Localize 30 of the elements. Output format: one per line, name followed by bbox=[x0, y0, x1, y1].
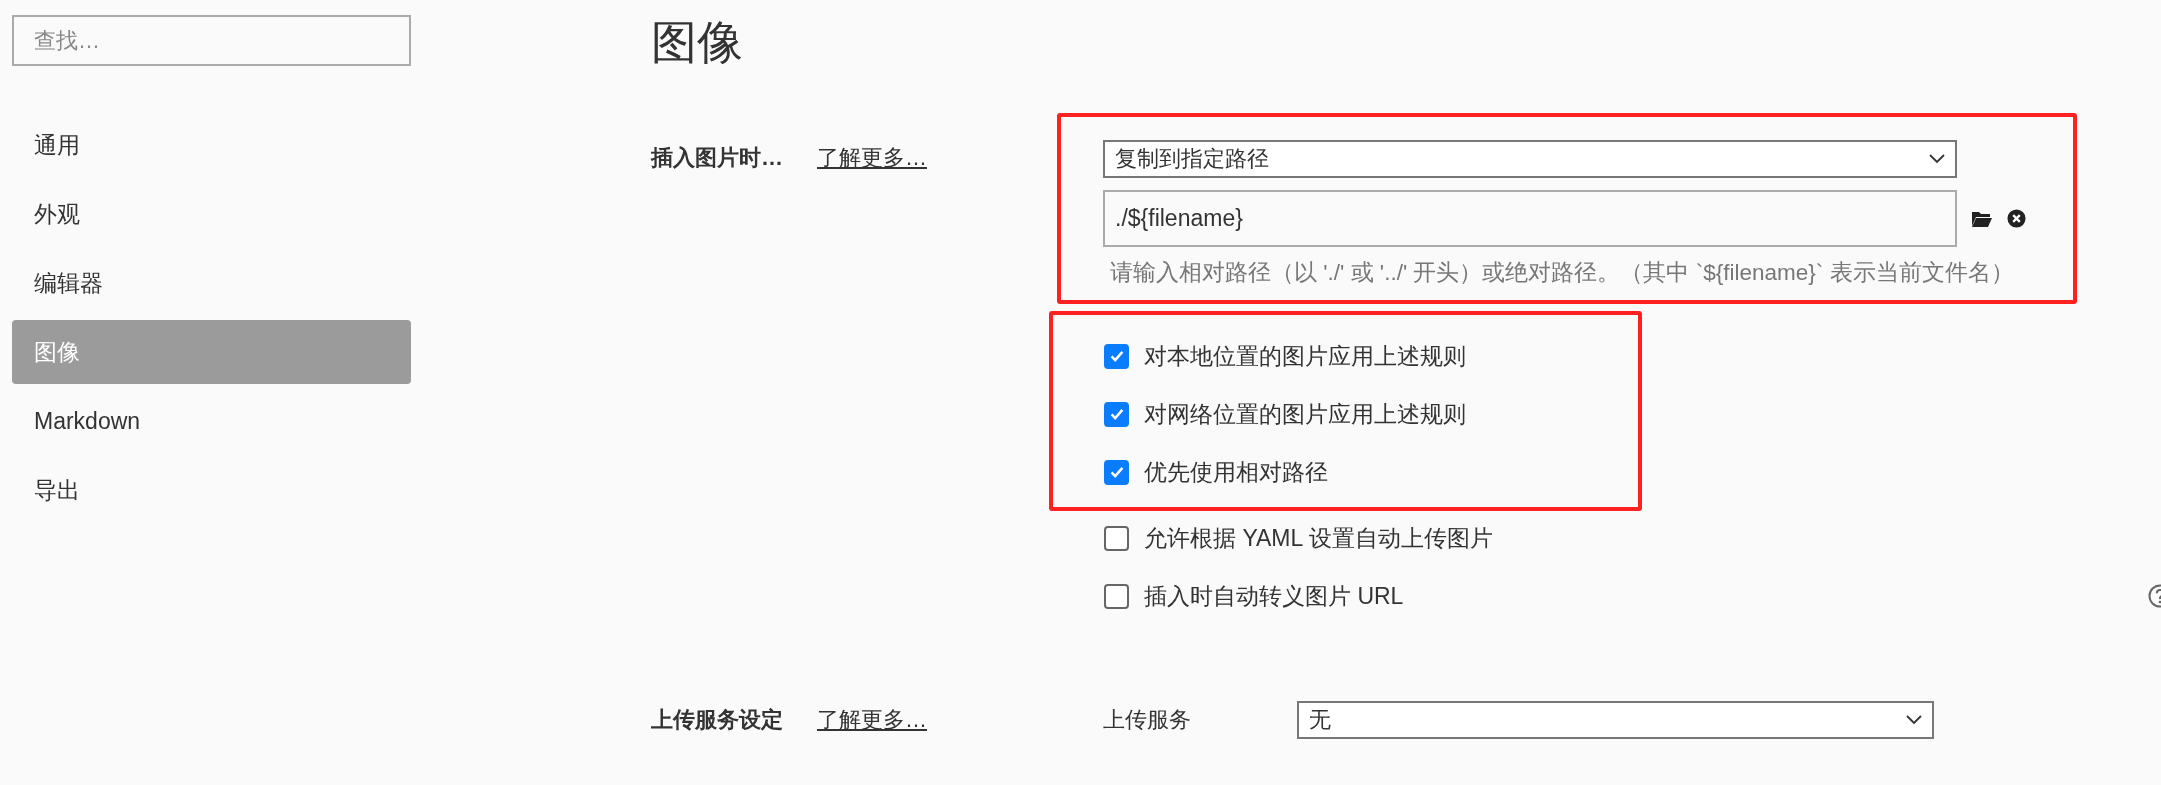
checkbox-label: 允许根据 YAML 设置自动上传图片 bbox=[1144, 523, 1493, 553]
checkbox-label: 对本地位置的图片应用上述规则 bbox=[1144, 341, 1466, 371]
folder-icon[interactable] bbox=[1971, 209, 1993, 228]
search-field[interactable]: 查找… bbox=[12, 15, 411, 66]
sidebar-item[interactable]: 通用 bbox=[12, 113, 411, 177]
caret-icon bbox=[1906, 715, 1922, 725]
checkbox[interactable] bbox=[1104, 459, 1129, 485]
service-dropdown[interactable]: 无 bbox=[1297, 701, 1934, 739]
sidebar-item[interactable]: 外观 bbox=[12, 182, 411, 246]
sidebar-item[interactable]: 编辑器 bbox=[12, 251, 411, 315]
checkbox[interactable] bbox=[1104, 583, 1129, 609]
sidebar-item[interactable]: 导出 bbox=[12, 458, 411, 522]
checkbox-label: 优先使用相对路径 bbox=[1144, 457, 1328, 487]
checkbox[interactable] bbox=[1104, 525, 1129, 551]
sidebar-item[interactable]: Markdown bbox=[12, 389, 411, 453]
checkbox[interactable] bbox=[1104, 401, 1129, 427]
page-title: 图像 bbox=[651, 15, 744, 70]
hint-text: 请输入相对路径（以 './' 或 '../' 开头）或绝对路径。（其中 `${filename}` 表示当前文件名） bbox=[1110, 259, 2015, 287]
checkbox[interactable] bbox=[1104, 343, 1129, 369]
field-label: 上传服务 bbox=[1103, 706, 1191, 734]
learn-more-link[interactable]: 了解更多… bbox=[817, 705, 927, 735]
learn-more-link[interactable]: 了解更多… bbox=[817, 143, 927, 173]
section-label: 上传服务设定 bbox=[651, 706, 783, 734]
action-dropdown[interactable]: 复制到指定路径 bbox=[1103, 140, 1957, 178]
section-label: 插入图片时… bbox=[651, 144, 783, 172]
path-field[interactable]: ./${filename} bbox=[1103, 190, 1957, 247]
checkbox-label: 插入时自动转义图片 URL bbox=[1144, 581, 1404, 611]
checkbox-label: 对网络位置的图片应用上述规则 bbox=[1144, 399, 1466, 429]
caret-icon bbox=[1929, 154, 1945, 164]
clear-icon[interactable] bbox=[2007, 209, 2026, 228]
